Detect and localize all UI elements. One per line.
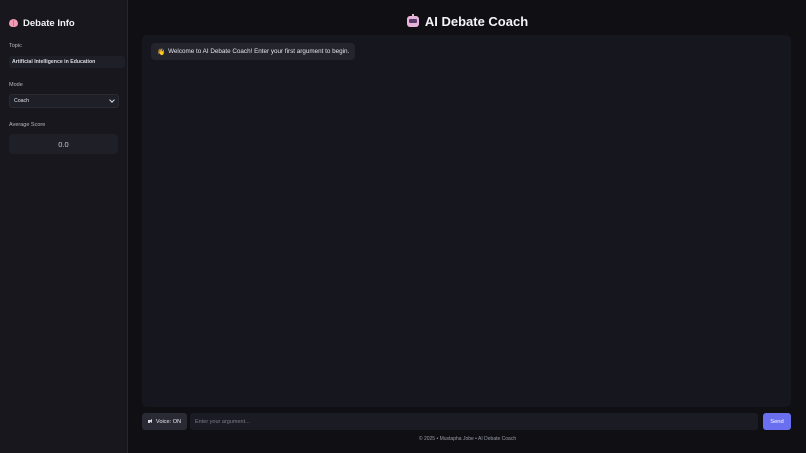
score-value: 0.0 bbox=[9, 134, 118, 154]
topic-label: Topic bbox=[9, 43, 22, 49]
sidebar-title-text: Debate Info bbox=[23, 17, 75, 29]
voice-toggle-label: Voice: ON bbox=[155, 418, 182, 425]
input-bar: Voice: ON Send bbox=[142, 413, 791, 430]
sidebar: Debate Info Topic Artificial Intelligenc… bbox=[0, 0, 128, 453]
app-root: Debate Info Topic Artificial Intelligenc… bbox=[0, 0, 806, 453]
mode-label: Mode bbox=[9, 82, 23, 88]
chevron-down-icon bbox=[109, 97, 115, 103]
speaker-icon bbox=[147, 419, 153, 424]
send-button[interactable]: Send bbox=[763, 413, 791, 430]
score-label: Average Score bbox=[9, 122, 46, 128]
sidebar-title: Debate Info bbox=[9, 16, 118, 30]
chat-message-text: Welcome to AI Debate Coach! Enter your f… bbox=[168, 48, 350, 55]
page-header: AI Debate Coach bbox=[129, 12, 806, 30]
voice-toggle-button[interactable]: Voice: ON bbox=[142, 413, 187, 430]
main-panel: AI Debate Coach 👋 Welcome to AI Debate C… bbox=[129, 0, 806, 453]
topic-value: Artificial Intelligence in Education bbox=[9, 56, 125, 68]
argument-input[interactable] bbox=[190, 413, 758, 430]
robot-icon bbox=[406, 13, 419, 27]
footer: © 2025 • Mustapha Jobe • AI Debate Coach bbox=[418, 436, 517, 442]
page-title: AI Debate Coach bbox=[424, 13, 529, 29]
mode-select[interactable]: Coach bbox=[9, 94, 119, 108]
brain-icon bbox=[9, 19, 18, 27]
wave-icon: 👋 bbox=[157, 48, 166, 56]
mode-selected-value: Coach bbox=[14, 98, 29, 104]
chat-area[interactable]: 👋 Welcome to AI Debate Coach! Enter your… bbox=[142, 35, 791, 407]
chat-message: 👋 Welcome to AI Debate Coach! Enter your… bbox=[151, 43, 356, 60]
